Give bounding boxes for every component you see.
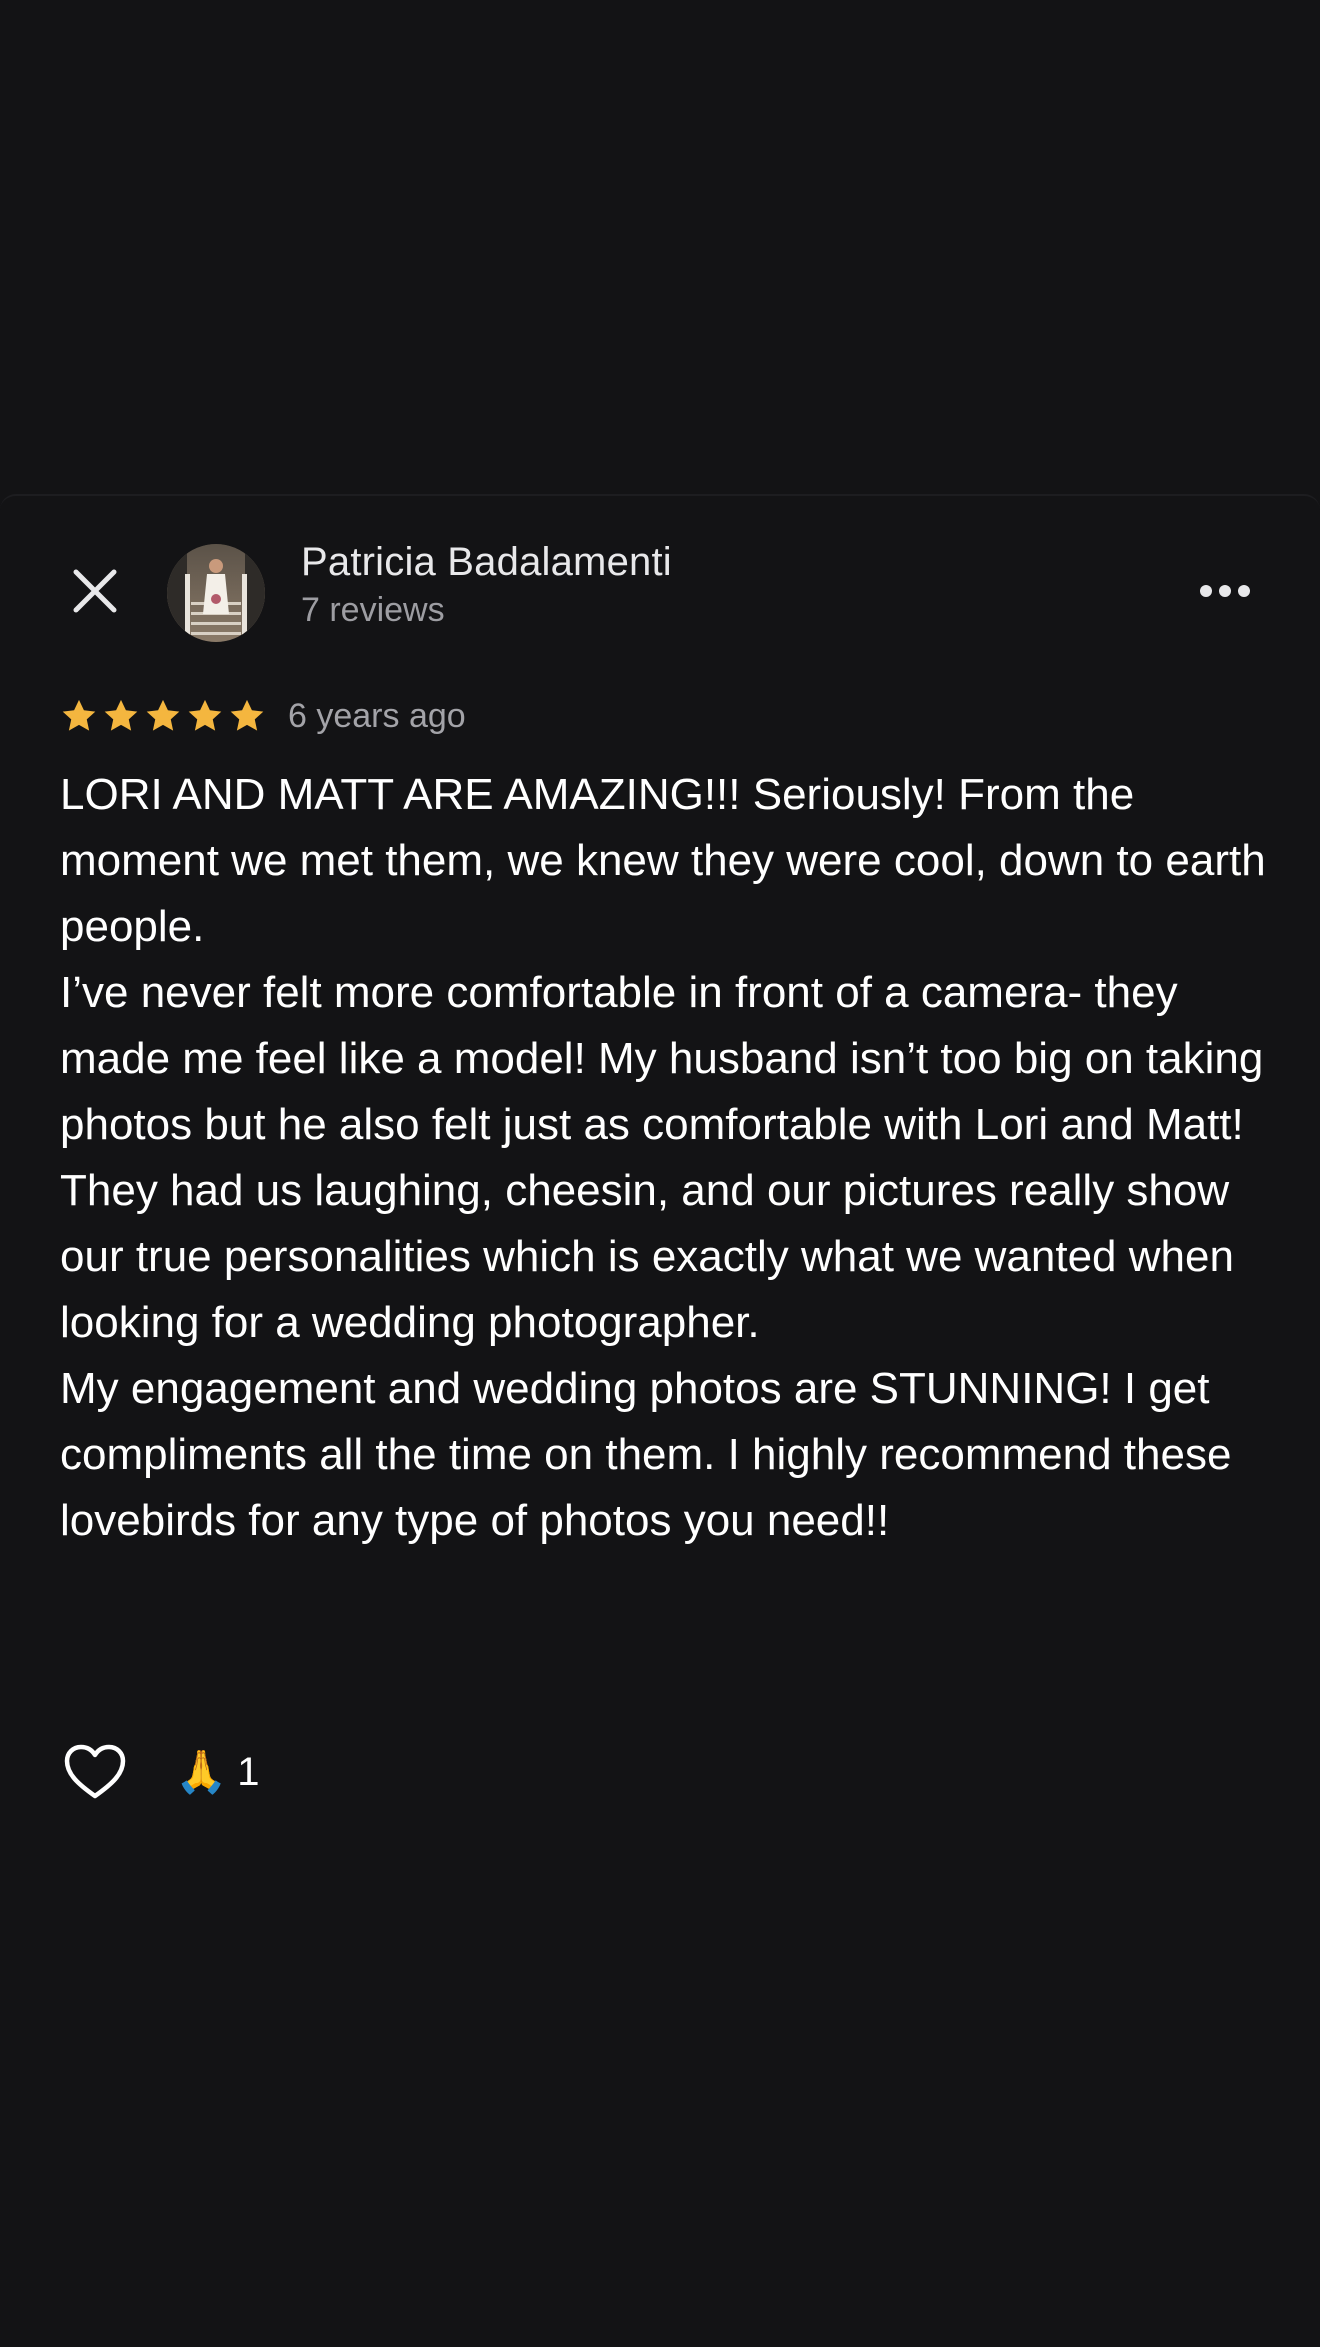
star-icon bbox=[62, 699, 96, 731]
more-horizontal-icon bbox=[1200, 585, 1250, 597]
review-text: LORI AND MATT ARE AMAZING!!! Seriously! … bbox=[60, 762, 1270, 1554]
star-icon bbox=[230, 699, 264, 731]
like-button[interactable] bbox=[60, 1737, 130, 1807]
review-header: Patricia Badalamenti 7 reviews bbox=[0, 536, 1320, 642]
star-rating bbox=[60, 697, 266, 735]
author-info[interactable]: Patricia Badalamenti 7 reviews bbox=[301, 536, 672, 632]
avatar-photo bbox=[167, 544, 265, 642]
pray-emoji-icon: 🙏 bbox=[175, 1748, 228, 1795]
review-paragraph: I’ve never felt more comfortable in fron… bbox=[60, 968, 1264, 1347]
reactions-row: 🙏 1 bbox=[60, 1732, 260, 1812]
star-icon bbox=[146, 699, 180, 731]
review-date: 6 years ago bbox=[288, 697, 466, 735]
review-paragraph: My engagement and wedding photos are STU… bbox=[60, 1364, 1232, 1545]
close-button[interactable] bbox=[60, 556, 130, 626]
star-icon bbox=[104, 699, 138, 731]
star-icon bbox=[188, 699, 222, 731]
reaction-chip[interactable]: 🙏 1 bbox=[175, 1747, 260, 1797]
avatar[interactable] bbox=[167, 544, 265, 642]
more-options-button[interactable] bbox=[1190, 561, 1260, 621]
close-icon bbox=[73, 569, 117, 613]
review-sheet: Patricia Badalamenti 7 reviews 6 years a… bbox=[0, 494, 1320, 2347]
heart-outline-icon bbox=[64, 1744, 126, 1799]
author-name[interactable]: Patricia Badalamenti bbox=[301, 536, 672, 588]
rating-row: 6 years ago bbox=[60, 686, 466, 746]
author-review-count: 7 reviews bbox=[301, 591, 445, 629]
review-screen: Patricia Badalamenti 7 reviews 6 years a… bbox=[0, 0, 1320, 2347]
review-paragraph: LORI AND MATT ARE AMAZING!!! Seriously! … bbox=[60, 770, 1266, 951]
reaction-count: 1 bbox=[237, 1750, 260, 1794]
